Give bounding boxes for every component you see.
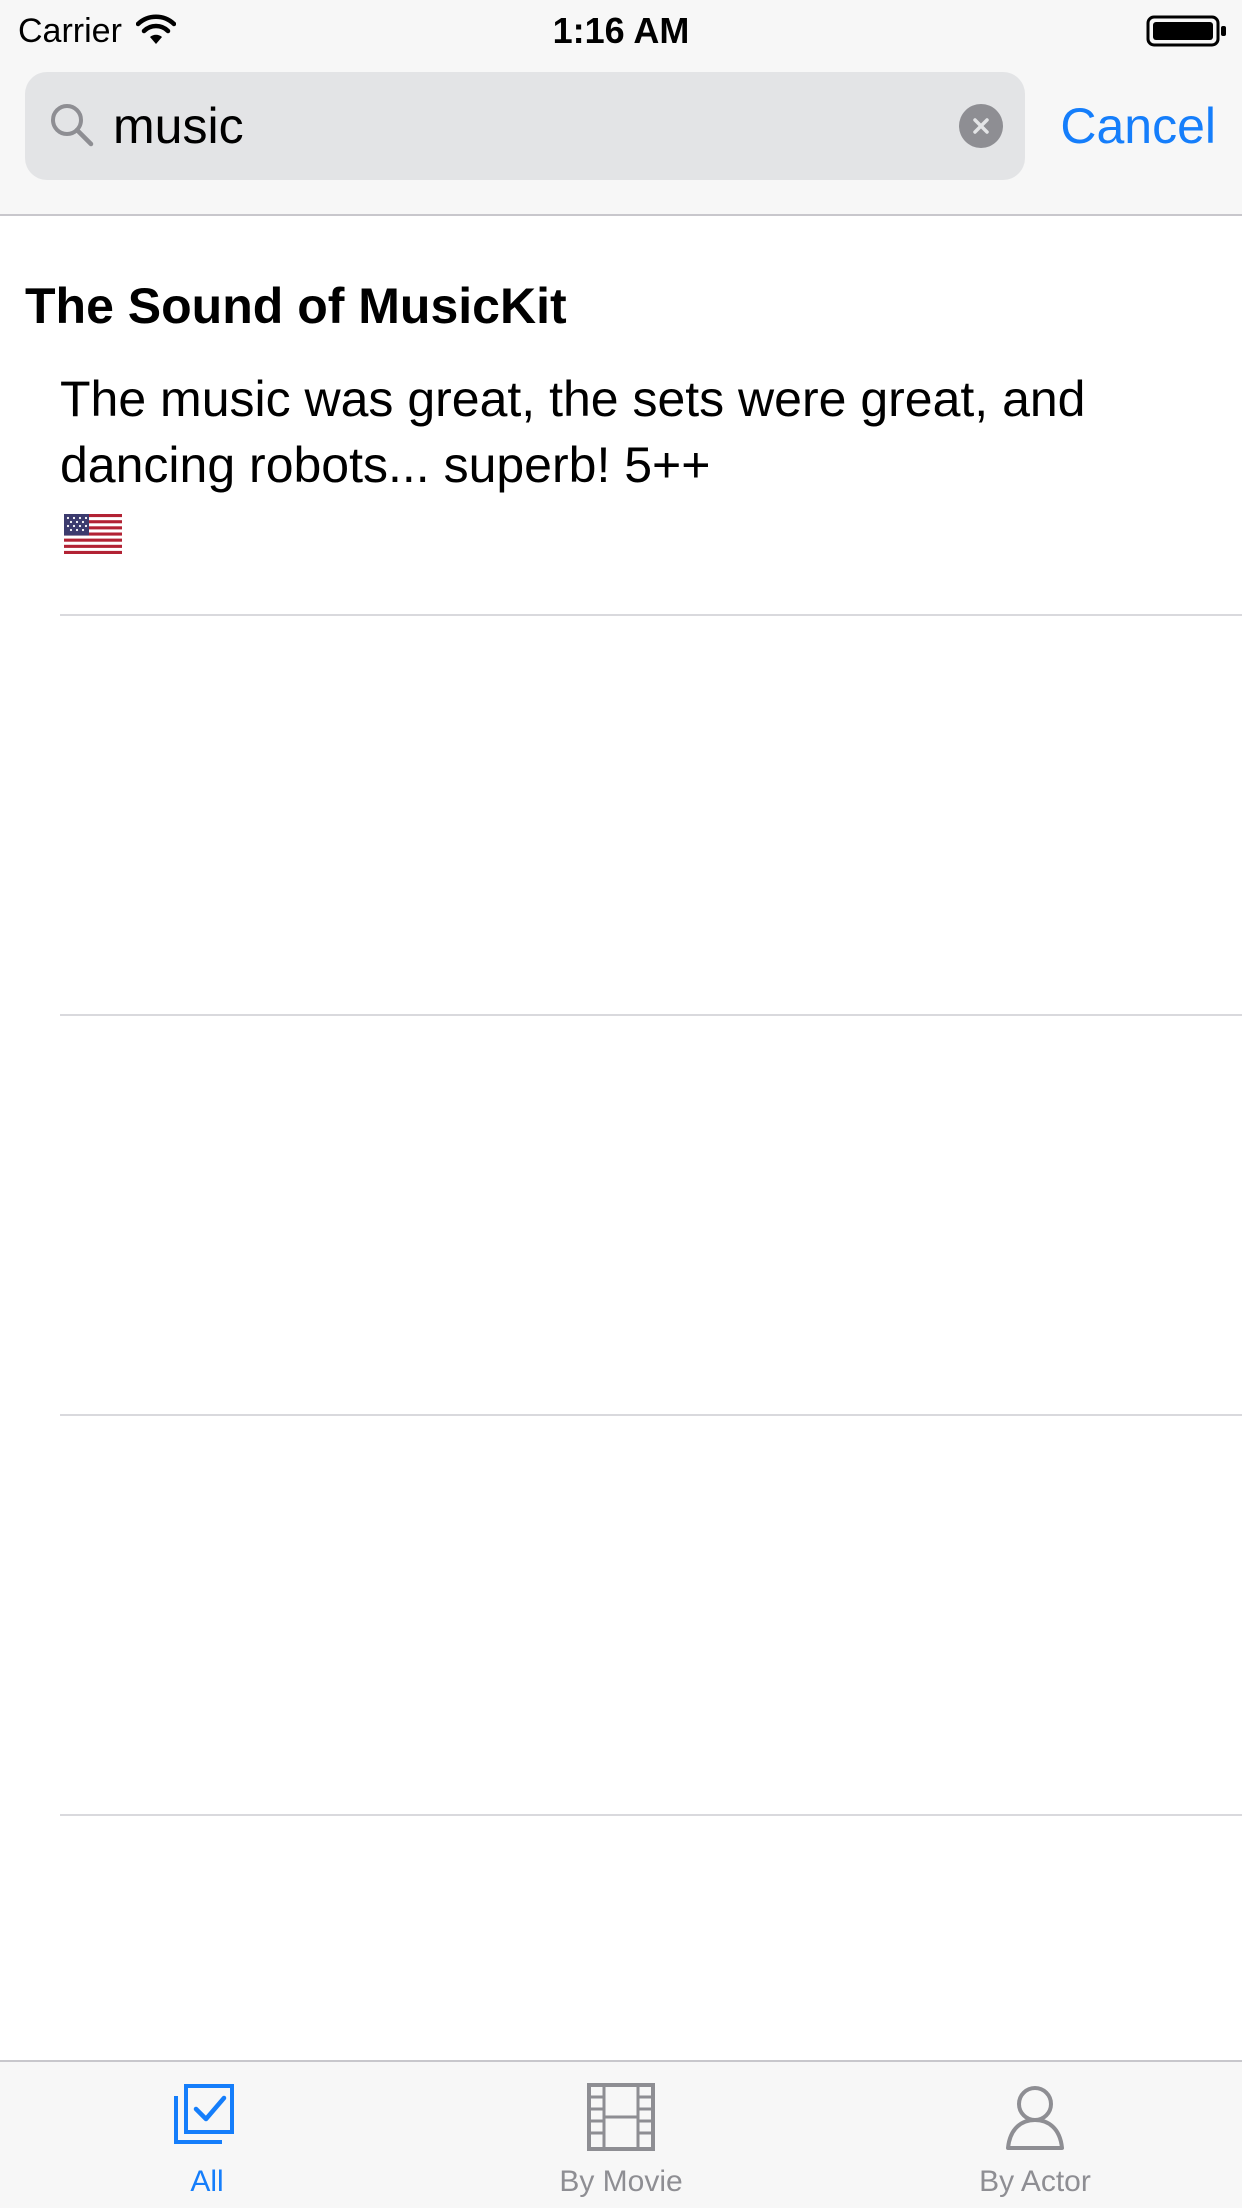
tab-by-movie[interactable]: By Movie <box>414 2062 828 2208</box>
tab-label: By Movie <box>559 2165 683 2198</box>
search-row: Cancel <box>0 72 1242 180</box>
us-flag-icon <box>64 514 122 554</box>
battery-icon <box>1146 15 1226 47</box>
checkbox-stack-icon <box>174 2084 234 2144</box>
film-icon <box>587 2083 655 2151</box>
status-bar: Carrier 1:16 AM <box>0 0 1242 62</box>
clear-search-button[interactable] <box>959 104 1003 148</box>
row-separator <box>60 1014 1242 1016</box>
search-input[interactable] <box>113 72 933 180</box>
navigation-header: Carrier 1:16 AM music Cancel <box>0 0 1242 216</box>
row-separator <box>60 614 1242 616</box>
tab-bar: All By Movie By Actor <box>0 2060 1242 2208</box>
result-title: The Sound of MusicKit <box>25 278 567 334</box>
row-separator <box>60 1814 1242 1816</box>
tab-label: By Actor <box>979 2165 1091 2198</box>
app-screen: Carrier 1:16 AM music Cancel The Sound o… <box>0 0 1242 2208</box>
row-separator <box>60 1414 1242 1416</box>
tab-all[interactable]: All <box>0 2062 414 2208</box>
close-icon <box>973 118 989 134</box>
list-item[interactable]: The Sound of MusicKit The music was grea… <box>0 216 1242 616</box>
search-bar[interactable] <box>25 72 1025 180</box>
search-icon <box>51 104 94 147</box>
result-body: The music was great, the sets were great… <box>60 371 1086 493</box>
status-time: 1:16 AM <box>552 10 690 51</box>
tab-label: All <box>190 2165 224 2198</box>
person-icon <box>1006 2086 1064 2150</box>
cancel-button[interactable]: Cancel <box>1060 72 1216 180</box>
tab-by-actor[interactable]: By Actor <box>828 2062 1242 2208</box>
